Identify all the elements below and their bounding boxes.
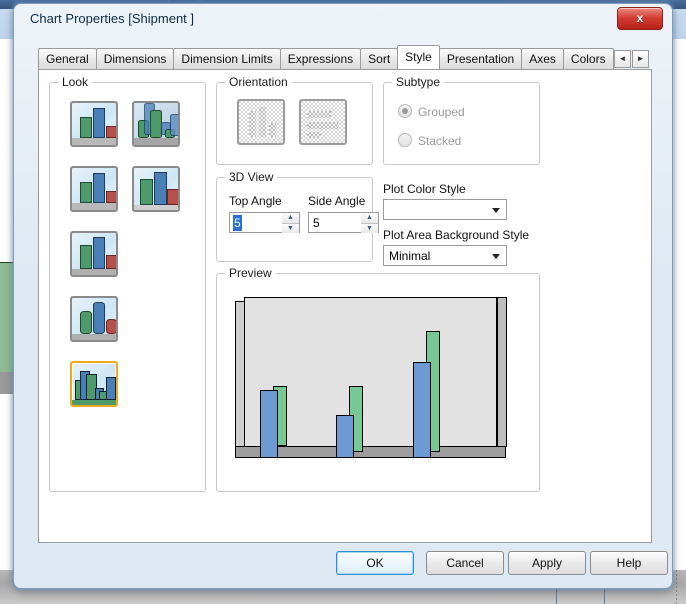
tab-style[interactable]: Style — [397, 45, 440, 69]
orientation-group-label: Orientation — [225, 75, 292, 89]
side-angle-decrease-icon[interactable]: ▼ — [361, 223, 378, 233]
orientation-group: Orientation — [216, 75, 373, 165]
look-thumb-flat-bar-shadow[interactable] — [70, 166, 118, 212]
plot-area-background-style-select[interactable]: Minimal — [383, 245, 507, 266]
tab-general[interactable]: General — [38, 48, 97, 69]
look-group: Look — [49, 75, 206, 492]
radio-off-icon — [398, 133, 412, 147]
tab-expressions[interactable]: Expressions — [279, 48, 362, 69]
top-angle-stepper[interactable]: ▲ ▼ — [282, 212, 300, 233]
subtype-group-label: Subtype — [392, 75, 445, 89]
preview-bar-front-2 — [336, 415, 354, 458]
preview-bar-front-1 — [260, 390, 278, 458]
style-tab-page: Look Orientation Subtype Grouped Stacked… — [38, 69, 652, 543]
tab-dimension-limits[interactable]: Dimension Limits — [173, 48, 281, 69]
tab-presentation[interactable]: Presentation — [438, 48, 523, 69]
subtype-radio-stacked[interactable]: Stacked — [398, 133, 461, 148]
preview-group: Preview — [216, 266, 540, 492]
radio-on-icon — [398, 104, 412, 118]
ok-button[interactable]: OK — [336, 551, 414, 575]
plot-area-background-style-value: Minimal — [389, 249, 431, 263]
tab-scroll-right-icon[interactable]: ► — [632, 50, 649, 68]
top-angle-increase-icon[interactable]: ▲ — [282, 213, 299, 224]
tab-scroll-left-icon[interactable]: ◄ — [614, 50, 631, 68]
apply-button[interactable]: Apply — [508, 551, 586, 575]
top-angle-input[interactable]: 5 — [229, 212, 283, 233]
look-thumb-cylinder-3d-single[interactable] — [70, 296, 118, 342]
subtype-stacked-label: Stacked — [418, 134, 462, 148]
help-button[interactable]: Help — [590, 551, 668, 575]
close-icon[interactable]: x — [617, 7, 663, 30]
look-group-label: Look — [58, 75, 93, 89]
preview-bar-front-3 — [413, 362, 431, 458]
look-thumb-bar-3d-beveled[interactable] — [70, 231, 118, 277]
side-angle-input[interactable]: 5 — [308, 212, 362, 233]
look-thumb-flat-bar-2d[interactable] — [70, 101, 118, 147]
top-angle-decrease-icon[interactable]: ▼ — [282, 223, 299, 233]
tab-axes[interactable]: Axes — [521, 48, 564, 69]
subtype-group: Subtype Grouped Stacked — [383, 75, 540, 165]
side-angle-stepper[interactable]: ▲ ▼ — [361, 212, 379, 233]
top-angle-label: Top Angle — [229, 194, 282, 208]
preview-chart — [235, 297, 513, 462]
chevron-down-icon — [492, 208, 500, 213]
dialog-title: Chart Properties [Shipment ] — [30, 11, 195, 26]
side-angle-label: Side Angle — [308, 194, 366, 208]
side-angle-value: 5 — [313, 216, 320, 230]
subtype-grouped-label: Grouped — [418, 105, 465, 119]
side-angle-increase-icon[interactable]: ▲ — [361, 213, 378, 224]
tab-colors[interactable]: Colors — [562, 48, 614, 69]
chevron-down-icon — [492, 254, 500, 259]
look-thumb-cylinder-3d-clustered[interactable] — [132, 101, 180, 147]
cancel-button[interactable]: Cancel — [426, 551, 504, 575]
tab-scroll-controls: ◄ ► — [613, 50, 652, 69]
view3d-group-label: 3D View — [225, 170, 278, 184]
preview-group-label: Preview — [225, 266, 276, 280]
plot-area-background-style-label: Plot Area Background Style — [383, 228, 530, 242]
plot-color-style-label: Plot Color Style — [383, 182, 466, 196]
orientation-horizontal-bars-icon[interactable] — [299, 99, 347, 145]
tab-sort[interactable]: Sort — [360, 48, 399, 69]
look-thumb-bar-3d-grouped-depth[interactable] — [70, 361, 118, 407]
look-thumb-bar-3d-block[interactable] — [132, 166, 180, 212]
subtype-radio-grouped[interactable]: Grouped — [398, 104, 465, 119]
plot-color-style-select[interactable] — [383, 199, 507, 220]
orientation-vertical-bars-icon[interactable] — [237, 99, 285, 145]
view3d-group: 3D View Top Angle 5 ▲ ▼ Side Angle 5 ▲ ▼ — [216, 170, 379, 262]
tab-dimensions[interactable]: Dimensions — [95, 48, 175, 69]
dialog-titlebar: Chart Properties [Shipment ] x — [14, 4, 672, 34]
tab-strip: General Dimensions Dimension Limits Expr… — [38, 45, 652, 90]
top-angle-value: 5 — [233, 215, 242, 231]
chart-properties-dialog: Chart Properties [Shipment ] x General D… — [14, 4, 672, 588]
